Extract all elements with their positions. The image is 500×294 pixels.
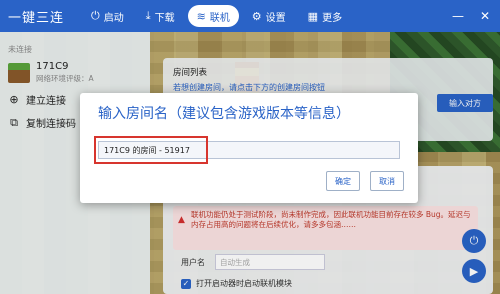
close-icon[interactable]: ✕ bbox=[480, 9, 490, 23]
nav-item-label: 下载 bbox=[154, 12, 175, 24]
window-controls: — ✕ bbox=[452, 9, 500, 23]
nav-bar: ⏻ 启动 ⤓ 下载 ≋ 联机 ⚙ 设置 ▦ 更多 bbox=[82, 0, 355, 32]
room-name-dialog: 输入房间名（建议包含游戏版本等信息） 171C9 的房间 - 51917 确定 … bbox=[80, 93, 418, 203]
wifi-icon: ≋ bbox=[196, 9, 206, 23]
ok-button[interactable]: 确定 bbox=[326, 171, 360, 191]
nav-item-label: 联机 bbox=[209, 12, 230, 24]
minimize-icon[interactable]: — bbox=[452, 9, 464, 23]
top-bar: 一键三连 ⏻ 启动 ⤓ 下载 ≋ 联机 ⚙ 设置 ▦ 更多 — ✕ bbox=[0, 0, 500, 32]
power-icon: ⏻ bbox=[91, 9, 100, 22]
nav-item-download[interactable]: ⤓ 下载 bbox=[137, 5, 184, 27]
highlight-box bbox=[94, 136, 208, 164]
nav-item-more[interactable]: ▦ 更多 bbox=[299, 5, 351, 27]
nav-item-label: 更多 bbox=[322, 12, 343, 24]
nav-item-settings[interactable]: ⚙ 设置 bbox=[243, 5, 295, 27]
nav-item-label: 启动 bbox=[103, 12, 124, 24]
download-icon: ⤓ bbox=[145, 9, 151, 22]
nav-item-label: 设置 bbox=[265, 12, 286, 24]
nav-item-multiplayer[interactable]: ≋ 联机 bbox=[187, 5, 239, 27]
gear-icon: ⚙ bbox=[251, 9, 262, 23]
cancel-button[interactable]: 取消 bbox=[370, 171, 404, 191]
nav-item-launch[interactable]: ⏻ 启动 bbox=[82, 5, 133, 27]
app-title: 一键三连 bbox=[8, 10, 65, 26]
dialog-title: 输入房间名（建议包含游戏版本等信息） bbox=[98, 106, 350, 122]
grid-icon: ▦ bbox=[307, 9, 319, 23]
